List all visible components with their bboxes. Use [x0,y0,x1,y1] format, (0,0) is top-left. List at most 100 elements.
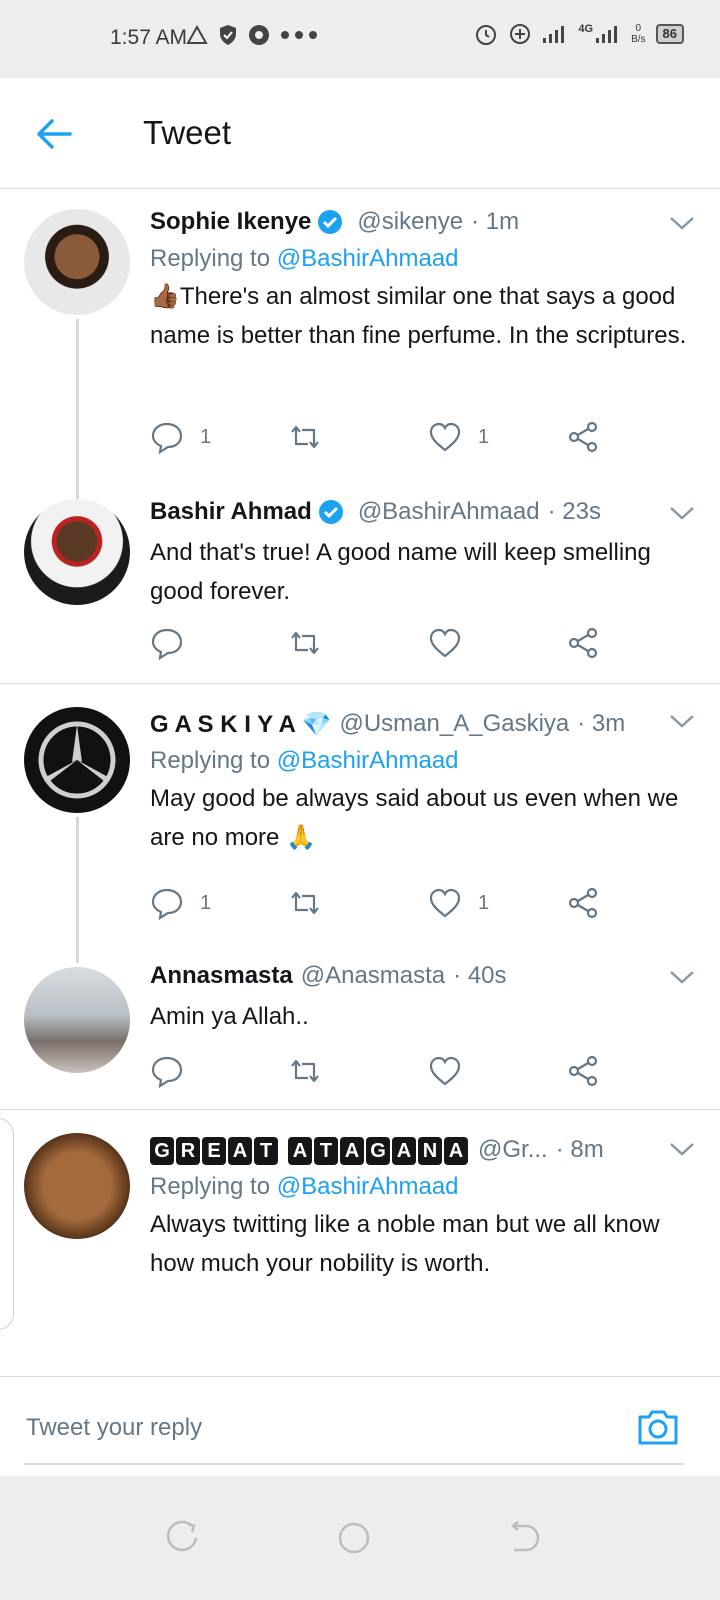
mention-link[interactable]: @BashirAhmaad [277,1173,459,1200]
like-count: 1 [478,425,490,448]
tweet-time: · 1m [471,208,520,235]
tweet-text: 👍🏾There's an almost similar one that say… [150,283,687,349]
reply-underline [24,1463,684,1465]
signal-icon [543,26,565,43]
reply-bar [0,1376,720,1477]
thread-divider [0,1109,720,1110]
avatar[interactable] [24,499,130,605]
reply-input[interactable] [24,1399,628,1457]
tweet-text: Amin ya Allah.. [150,1003,309,1030]
back-arrow-icon[interactable] [34,114,74,154]
reply-button[interactable]: 1 [150,883,211,923]
reply-icon [151,888,183,920]
reply-count: 1 [200,891,212,914]
share-button[interactable] [566,1051,600,1091]
thread-divider [0,683,720,684]
chrome-icon [249,25,269,45]
status-bar: 1:57 AM 4G 0 B/s 86 [0,0,720,78]
tweet-time: · 40s [453,962,507,989]
display-name[interactable]: Bashir Ahmad [150,498,312,526]
share-icon [568,421,598,453]
data-saver-icon [510,24,531,44]
display-name[interactable]: G A S K I Y A 💎 [150,710,331,739]
reply-icon [151,628,183,660]
display-name[interactable]: Sophie Ikenye [150,208,311,236]
retweet-icon [291,631,319,655]
reply-button[interactable] [150,1051,184,1091]
tweet-actions [150,623,620,663]
network-type: 4G [578,23,594,35]
reply-icon [151,1056,183,1088]
verified-badge-icon [318,210,343,234]
heart-icon [429,888,461,918]
alarm-icon [476,25,497,45]
mention-link[interactable]: @BashirAhmaad [277,747,459,774]
thread-line [76,817,79,963]
like-button[interactable] [428,1051,462,1091]
tweet-actions: 1 1 [150,417,620,457]
avatar[interactable] [24,1133,130,1239]
tweet-text: And that's true! A good name will keep s… [150,539,651,605]
verified-badge-icon [318,500,343,524]
tweet-time: · 3m [577,710,626,737]
share-icon [568,1055,598,1087]
heart-icon [429,628,461,658]
thread-line [76,319,79,499]
avatar[interactable] [24,209,130,315]
retweet-button[interactable] [288,623,322,663]
reply-button[interactable]: 1 [150,417,211,457]
camera-icon[interactable] [636,1407,680,1447]
display-name[interactable]: Annasmasta [150,962,293,990]
tweet-actions: 1 1 [150,883,620,923]
share-icon [568,887,598,919]
replying-to: Replying to @BashirAhmaad [150,747,459,774]
tweet-text: Always twitting like a noble man but we … [150,1211,660,1277]
avatar[interactable] [24,707,130,813]
replying-to: Replying to @BashirAhmaad [150,1173,459,1200]
tweet-actions [150,1051,620,1091]
tweet-time: · 8m [555,1136,604,1163]
like-button[interactable] [428,623,462,663]
share-button[interactable] [566,417,600,457]
user-handle[interactable]: @Gr... [478,1136,548,1164]
share-button[interactable] [566,623,600,663]
retweet-button[interactable] [288,1051,322,1091]
user-handle[interactable]: @BashirAhmaad [358,498,540,526]
tweet-text: May good be always said about us even wh… [150,785,679,851]
system-nav-bar [0,1476,720,1600]
mention-link[interactable]: @BashirAhmaad [277,245,459,272]
status-time: 1:57 AM [110,26,188,49]
retweet-icon [291,425,319,449]
retweet-icon [291,891,319,915]
avatar[interactable] [24,967,130,1073]
retweet-icon [291,1059,319,1083]
tweet-time: · 23s [547,498,601,525]
display-name[interactable]: GREATATAGANA [150,1136,470,1165]
user-handle[interactable]: @Usman_A_Gaskiya [339,710,569,738]
heart-icon [429,422,461,452]
warning-icon [186,25,208,44]
edge-panel-handle[interactable] [0,1118,14,1330]
reply-button[interactable] [150,623,184,663]
like-button[interactable]: 1 [428,417,489,457]
back-icon[interactable] [506,1520,542,1556]
net-speed: 0 B/s [631,23,646,45]
replying-to: Replying to @BashirAhmaad [150,245,459,272]
user-handle[interactable]: @sikenye [357,208,463,236]
battery-indicator: 86 [655,24,684,44]
user-handle[interactable]: @Anasmasta [301,962,445,990]
more-dots-icon [281,31,317,39]
heart-icon [429,1056,461,1086]
page-title: Tweet [143,114,232,151]
mercedes-logo-icon [38,721,116,799]
reply-icon [151,422,183,454]
like-button[interactable]: 1 [428,883,489,923]
retweet-button[interactable] [288,883,322,923]
signal-icon-2 [596,26,618,43]
share-button[interactable] [566,883,600,923]
share-icon [568,627,598,659]
header: Tweet [0,78,720,189]
recent-apps-icon[interactable] [166,1520,202,1556]
retweet-button[interactable] [288,417,338,457]
home-icon[interactable] [336,1520,372,1556]
